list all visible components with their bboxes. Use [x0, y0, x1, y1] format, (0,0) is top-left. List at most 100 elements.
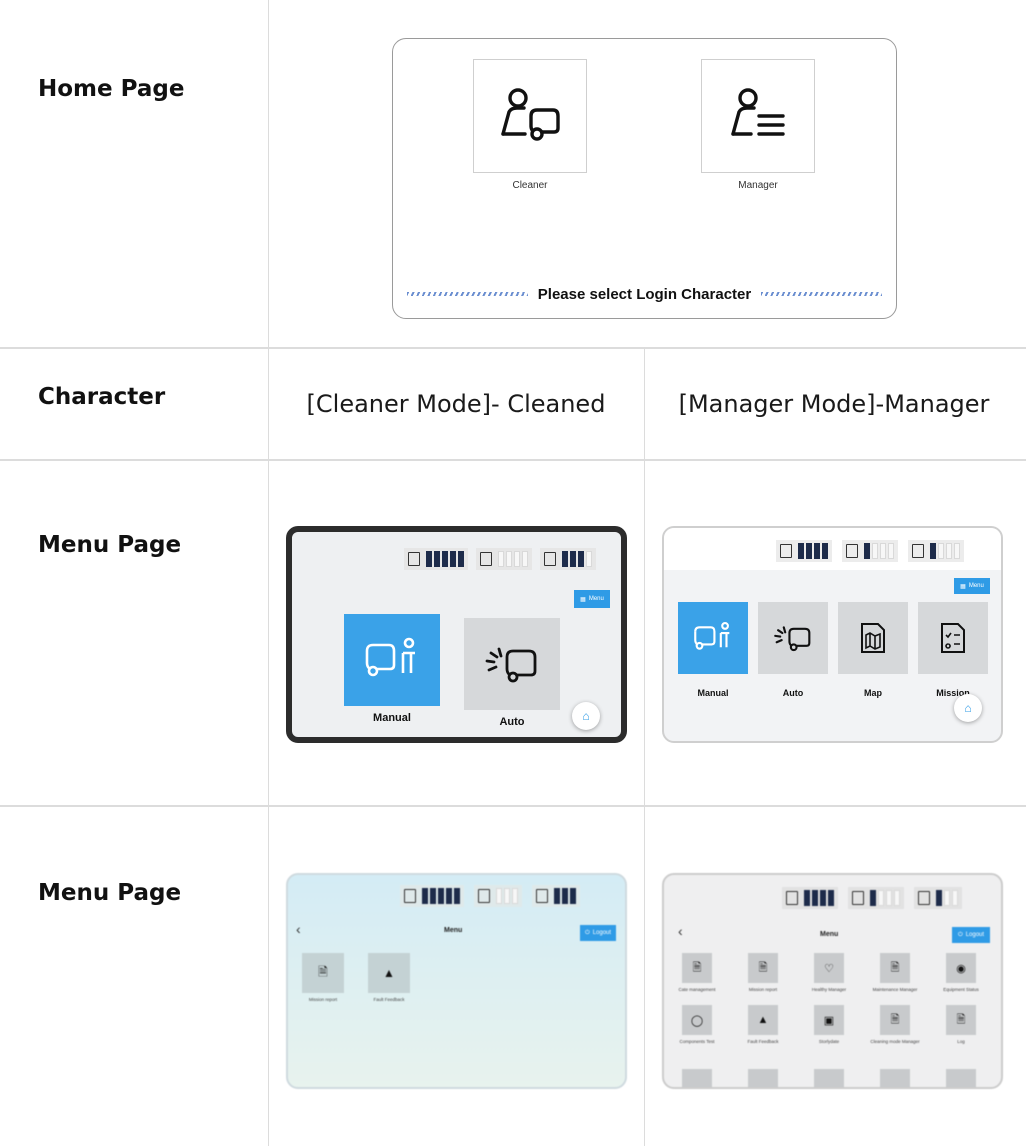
home-icon: ⌂	[964, 701, 972, 715]
clean-bar	[570, 888, 576, 904]
menu-item-label: Healthy Manager	[811, 987, 847, 992]
submenu-title: Menu	[444, 927, 463, 934]
battery-bar	[430, 888, 436, 904]
cleaner-status-indicators	[404, 548, 596, 570]
pulse-icon: ◉	[956, 962, 966, 975]
character-cleaner-mode: [Cleaner Mode]- Cleaned	[306, 390, 606, 418]
menu-item-cleaning-mode-manager[interactable]: 🗎	[880, 1005, 910, 1035]
clean-bar	[930, 543, 936, 559]
home-button[interactable]: ⌂	[954, 694, 982, 722]
cleaner-role-button[interactable]	[473, 59, 587, 173]
clean-bar	[562, 888, 568, 904]
tile-auto[interactable]	[758, 602, 828, 674]
battery-bar	[450, 551, 456, 567]
sewage-indicator	[476, 548, 532, 570]
tile-mission[interactable]	[918, 602, 988, 674]
document-icon: 🗎	[890, 1013, 900, 1026]
manager-status-indicators	[776, 540, 964, 562]
menu-button[interactable]: ▦ Menu	[574, 590, 610, 608]
menu-item-partial[interactable]	[946, 1069, 976, 1087]
battery-bar	[804, 890, 810, 906]
clean-water-indicator	[908, 540, 964, 562]
tile-manual[interactable]	[344, 614, 440, 706]
battery-bar	[806, 543, 812, 559]
column-divider-left	[268, 0, 269, 1146]
menu-item-maintenance-manager[interactable]: 🗎	[880, 953, 910, 983]
grid-icon: ▦	[960, 583, 966, 590]
menu-item-mission-report[interactable]: 🗎	[302, 953, 344, 993]
menu-item-mission-report[interactable]: 🗎	[748, 953, 778, 983]
menu-item-partial[interactable]	[814, 1069, 844, 1087]
tile-auto[interactable]	[464, 618, 560, 710]
logout-button[interactable]: ⏻ Logout	[952, 927, 990, 943]
menu-item-healthy-manager[interactable]: ♡	[814, 953, 844, 983]
menu-item-label: Components Test	[679, 1039, 715, 1044]
sewage-indicator	[842, 540, 898, 562]
cleaner-role-label: Cleaner	[512, 180, 548, 191]
menu-button[interactable]: ▦ Menu	[954, 578, 990, 594]
manager-role-button[interactable]	[701, 59, 815, 173]
clean-water-icon	[544, 552, 556, 566]
menu-item-partial[interactable]	[748, 1069, 778, 1087]
tile-manual[interactable]	[678, 602, 748, 674]
logout-button-label: Logout	[592, 930, 612, 936]
sewage-bar	[886, 890, 892, 906]
menu-item-label: Cleaning mode Manager	[870, 1039, 920, 1044]
login-prompt-bar: Please select Login Character	[407, 283, 882, 305]
logout-icon: ⏻	[957, 931, 963, 938]
tile-manual-label: Manual	[373, 712, 411, 724]
menu-item-partial[interactable]	[682, 1069, 712, 1087]
menu-item-components-test[interactable]: ◯	[682, 1005, 712, 1035]
battery-bar	[422, 888, 428, 904]
menu-item-equipment-status[interactable]: ◉	[946, 953, 976, 983]
cleaner-menu-screen: ▦ Menu Manual Auto ⌂	[286, 526, 627, 743]
heart-icon: ♡	[824, 962, 834, 975]
sewage-bar	[880, 543, 886, 559]
home-icon: ⌂	[582, 709, 590, 723]
upload-icon: ▣	[823, 1014, 835, 1027]
battery-icon	[404, 889, 416, 903]
menu-item-fault-feedback[interactable]: ▲	[368, 953, 410, 993]
battery-icon	[780, 544, 792, 558]
menu-button-label: Menu	[968, 583, 984, 589]
menu-item-fault-feedback[interactable]: ▲	[748, 1005, 778, 1035]
row-label-character: Character	[38, 384, 166, 410]
manager-person-list-icon	[731, 88, 785, 136]
character-manager-mode: [Manager Mode]-Manager	[678, 390, 990, 418]
map-document-icon	[861, 623, 885, 653]
manager-menu-screen: ▦ Menu Manual Auto Map Mission ⌂	[662, 526, 1003, 743]
menu-item-label: Fault Feedback	[747, 1039, 779, 1044]
clean-bar	[952, 890, 958, 906]
tile-map[interactable]	[838, 602, 908, 674]
manager-role-label: Manager	[738, 180, 778, 191]
sewage-bar	[506, 551, 512, 567]
manual-driver-icon	[694, 622, 730, 650]
clean-bar	[570, 551, 576, 567]
clean-water-icon	[536, 889, 548, 903]
clean-bar	[944, 890, 950, 906]
sewage-bar	[504, 888, 510, 904]
menu-item-storlydate[interactable]: ▣	[814, 1005, 844, 1035]
back-chevron-icon[interactable]: ‹	[678, 923, 683, 939]
sewage-bar	[498, 551, 504, 567]
menu-item-cate-management[interactable]: 🗎	[682, 953, 712, 983]
sewage-bar	[512, 888, 518, 904]
logout-button-label: Logout	[965, 932, 985, 938]
sewage-icon	[478, 889, 490, 903]
menu-item-partial[interactable]	[880, 1069, 910, 1087]
back-chevron-icon[interactable]: ‹	[296, 921, 301, 937]
battery-icon	[408, 552, 420, 566]
document-icon: 🗎	[692, 961, 702, 974]
menu-item-log[interactable]: 🗎	[946, 1005, 976, 1035]
clean-bar	[562, 551, 568, 567]
menu-item-label: Maintenance Manager	[872, 987, 918, 992]
logout-button[interactable]: ⏻ Logout	[580, 925, 616, 941]
sewage-icon	[480, 552, 492, 566]
clean-bar	[936, 890, 942, 906]
home-button[interactable]: ⌂	[572, 702, 600, 730]
sewage-bar	[894, 890, 900, 906]
battery-bar	[454, 888, 460, 904]
row-divider-2	[0, 459, 1026, 461]
tile-map-label: Map	[864, 688, 882, 698]
manual-driver-icon	[365, 637, 415, 677]
